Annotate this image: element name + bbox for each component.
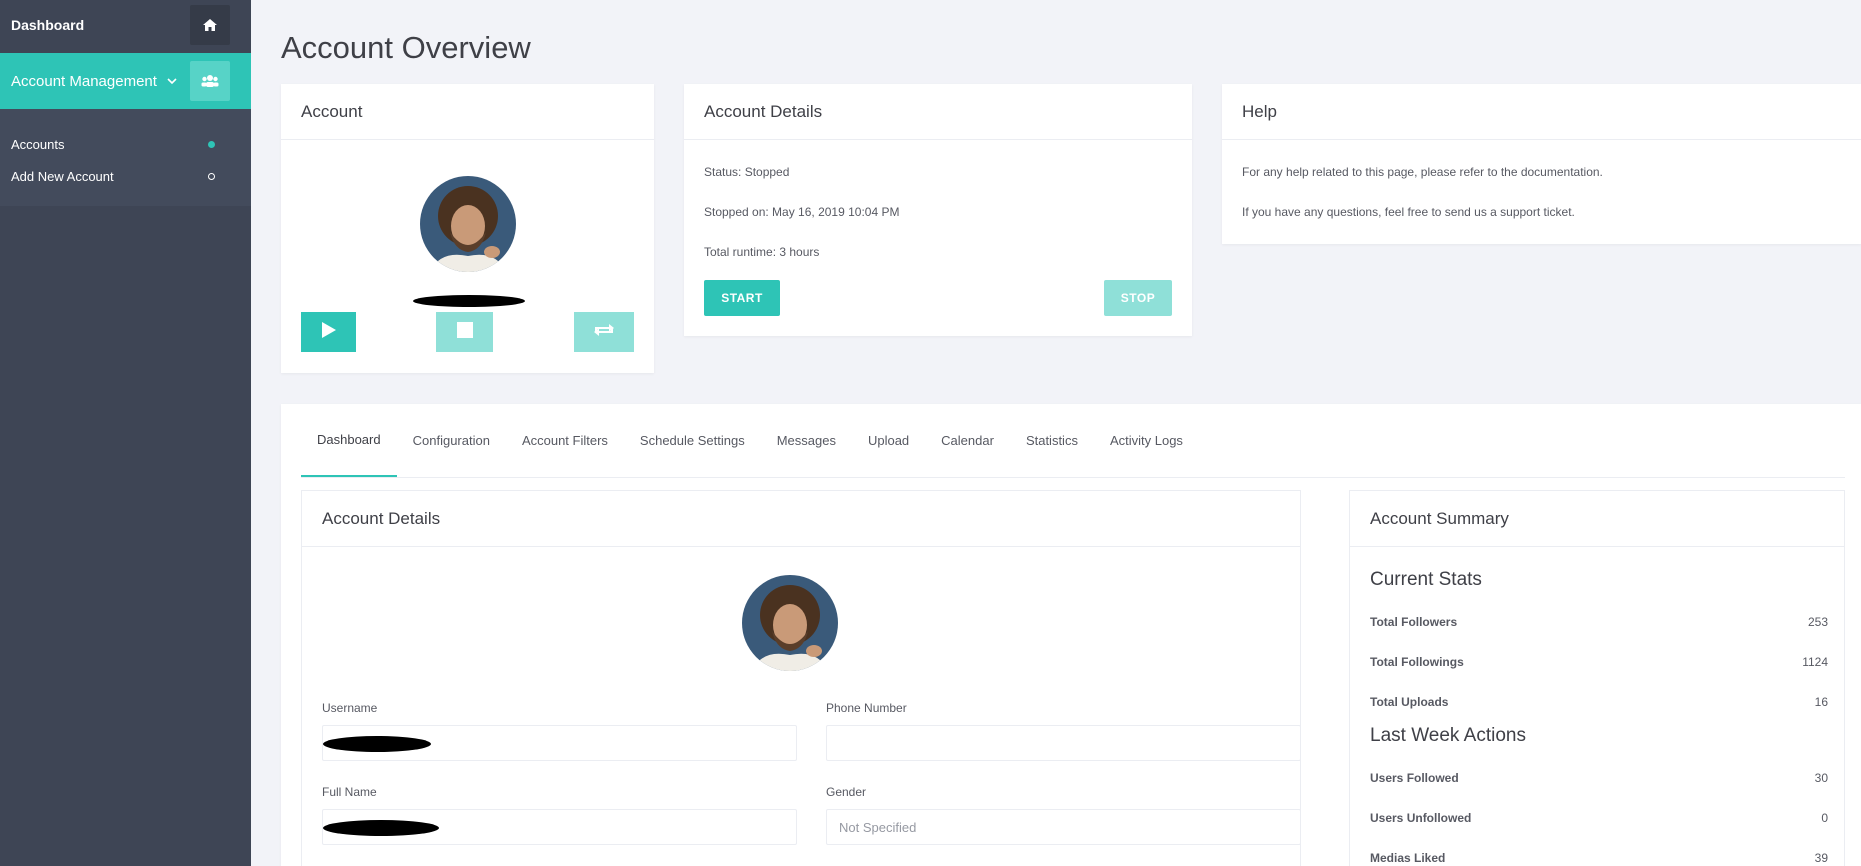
chevron-down-icon [167, 74, 177, 88]
page-title: Account Overview [281, 30, 531, 65]
sidebar-submenu: Accounts Add New Account [0, 109, 251, 206]
stat-label: Total Followings [1370, 655, 1464, 669]
play-icon [321, 321, 337, 344]
sidebar-item-account-management[interactable]: Account Management [0, 53, 251, 109]
help-text: For any help related to this page, pleas… [1242, 165, 1603, 179]
panel-title: Account Details [302, 491, 1300, 547]
stop-text-button[interactable]: STOP [1104, 280, 1172, 316]
redacted-fullname [323, 820, 439, 836]
last-week-heading: Last Week Actions [1370, 725, 1526, 746]
home-icon [190, 5, 230, 45]
card-title: Account [281, 84, 654, 140]
tab-bar: Dashboard Configuration Account Filters … [301, 404, 1845, 478]
start-button[interactable]: START [704, 280, 780, 316]
stat-value: 39 [1814, 851, 1828, 865]
stop-icon [456, 321, 473, 343]
account-card: Account [281, 84, 654, 373]
tab-messages[interactable]: Messages [761, 403, 852, 477]
stop-button[interactable] [436, 312, 493, 352]
stat-row: Total Followings 1124 [1370, 655, 1828, 669]
sidebar-item-label: Add New Account [11, 168, 114, 184]
users-icon [190, 61, 230, 101]
stat-row: Users Unfollowed 0 [1370, 811, 1828, 825]
stat-value: 0 [1821, 811, 1828, 825]
redacted-username [323, 736, 431, 752]
account-summary-panel: Account Summary Current Stats Total Foll… [1349, 490, 1845, 866]
stat-value: 16 [1814, 695, 1828, 709]
tab-calendar[interactable]: Calendar [925, 403, 1010, 477]
stat-row: Medias Liked 39 [1370, 851, 1828, 865]
avatar [420, 176, 516, 272]
sidebar-item-add-new-account[interactable]: Add New Account [0, 160, 251, 192]
sidebar-item-label: Account Management [11, 72, 157, 90]
fullname-field[interactable] [322, 809, 797, 845]
stat-row: Total Uploads 16 [1370, 695, 1828, 709]
sidebar-item-label: Dashboard [11, 17, 85, 33]
phone-label: Phone Number [826, 701, 907, 715]
sidebar-item-dashboard[interactable]: Dashboard [0, 0, 251, 50]
stat-label: Total Followers [1370, 615, 1458, 629]
card-title: Help [1222, 84, 1861, 140]
account-tabs-card: Dashboard Configuration Account Filters … [281, 404, 1861, 866]
stat-label: Total Uploads [1370, 695, 1449, 709]
help-card: Help For any help related to this page, … [1222, 84, 1861, 244]
avatar [742, 575, 838, 671]
stat-row: Users Followed 30 [1370, 771, 1828, 785]
card-title: Account Details [684, 84, 1192, 140]
sidebar: Dashboard Account Management Accounts Ad… [0, 0, 251, 866]
account-details-panel: Account Details Username Phone Number Fu… [301, 490, 1301, 866]
restart-button[interactable] [574, 312, 634, 352]
tab-dashboard[interactable]: Dashboard [301, 403, 397, 477]
inactive-dot-icon [208, 172, 215, 180]
stat-row: Total Followers 253 [1370, 615, 1828, 629]
retweet-icon [592, 322, 616, 343]
fullname-label: Full Name [322, 785, 377, 799]
tab-account-filters[interactable]: Account Filters [506, 403, 624, 477]
username-label: Username [322, 701, 378, 715]
stat-label: Users Followed [1370, 771, 1459, 785]
tab-upload[interactable]: Upload [852, 403, 925, 477]
redacted-username [413, 295, 525, 307]
phone-field[interactable] [826, 725, 1301, 761]
sidebar-item-accounts[interactable]: Accounts [0, 128, 251, 160]
active-dot-icon [208, 140, 215, 148]
play-button[interactable] [301, 312, 356, 352]
sidebar-item-label: Accounts [11, 136, 65, 152]
gender-label: Gender [826, 785, 867, 799]
stat-value: 253 [1807, 615, 1828, 629]
stat-label: Medias Liked [1370, 851, 1446, 865]
gender-field[interactable]: Not Specified [826, 809, 1301, 845]
panel-title: Account Summary [1350, 491, 1844, 547]
tab-statistics[interactable]: Statistics [1010, 403, 1094, 477]
tab-activity-logs[interactable]: Activity Logs [1094, 403, 1199, 477]
account-details-card: Account Details Status: Stopped Stopped … [684, 84, 1192, 336]
runtime-text: Total runtime: 3 hours [704, 245, 820, 259]
tab-configuration[interactable]: Configuration [397, 403, 506, 477]
tab-schedule-settings[interactable]: Schedule Settings [624, 403, 761, 477]
stat-value: 1124 [1802, 655, 1828, 669]
stopped-on-text: Stopped on: May 16, 2019 10:04 PM [704, 205, 900, 219]
stat-value: 30 [1814, 771, 1828, 785]
stat-label: Users Unfollowed [1370, 811, 1472, 825]
username-field[interactable] [322, 725, 797, 761]
help-text: If you have any questions, feel free to … [1242, 205, 1575, 219]
current-stats-heading: Current Stats [1370, 569, 1482, 590]
status-text: Status: Stopped [704, 165, 790, 179]
